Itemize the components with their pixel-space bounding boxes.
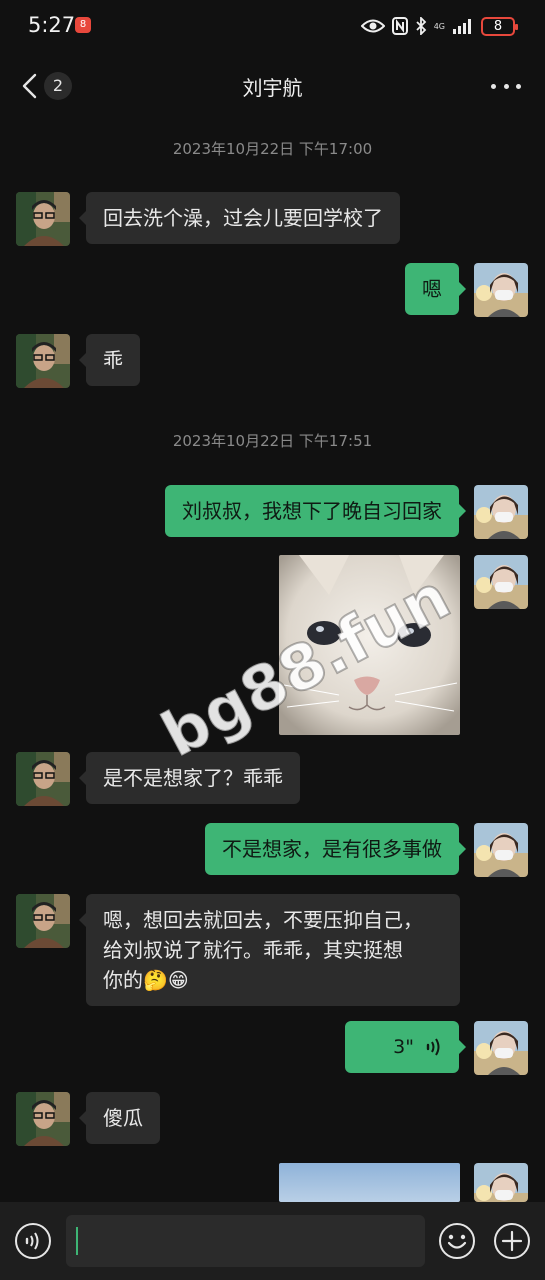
contact-avatar-image — [16, 894, 70, 948]
signal-icon — [452, 18, 474, 34]
contact-avatar-image — [16, 1092, 70, 1146]
add-glyph — [494, 1223, 530, 1259]
image-message-cat[interactable] — [279, 555, 460, 735]
status-time: 5:27 — [28, 13, 76, 37]
voice-message[interactable]: 3" — [345, 1021, 466, 1073]
incoming-message[interactable]: 是不是想家了？乖乖 — [79, 752, 300, 804]
voice-input-glyph — [15, 1223, 51, 1259]
my-avatar-image — [474, 555, 528, 609]
add-icon[interactable] — [493, 1222, 531, 1260]
voice-wave-icon — [426, 1038, 440, 1056]
voice-input-icon[interactable] — [14, 1222, 52, 1260]
status-icons: 4G 8 — [360, 14, 518, 38]
message-input[interactable] — [66, 1215, 425, 1267]
more-icon[interactable] — [491, 76, 521, 96]
contact-avatar[interactable] — [16, 1092, 70, 1146]
incoming-message-multiline[interactable]: 嗯，想回去就回去，不要压抑自己， 给刘叔说了就行。乖乖，其实挺想 你的🤔😁 — [79, 894, 460, 1006]
emoji-glyph — [439, 1223, 475, 1259]
outgoing-message[interactable]: 刘叔叔，我想下了晚自习回家 — [165, 485, 466, 537]
my-avatar[interactable] — [474, 823, 528, 877]
my-avatar[interactable] — [474, 1163, 528, 1202]
my-avatar-image — [474, 485, 528, 539]
cat-photo — [279, 555, 460, 735]
battery-icon: 8 — [481, 16, 518, 36]
back-button[interactable]: 2 — [18, 70, 78, 102]
chat-header: 2 刘宇航 — [0, 54, 545, 118]
contact-avatar[interactable] — [16, 894, 70, 948]
contact-avatar-image — [16, 192, 70, 246]
network-label: 4G — [433, 21, 445, 31]
message-line: 你的🤔😁 — [103, 968, 189, 992]
my-avatar-image — [474, 823, 528, 877]
contact-avatar-image — [16, 334, 70, 388]
image-message-sky[interactable] — [279, 1163, 460, 1202]
incoming-message[interactable]: 回去洗个澡，过会儿要回学校了 — [79, 192, 400, 244]
my-avatar[interactable] — [474, 555, 528, 609]
my-avatar-image — [474, 1163, 528, 1202]
contact-avatar[interactable] — [16, 334, 70, 388]
sky-photo — [279, 1163, 460, 1202]
message-timestamp: 2023年10月22日 下午17:51 — [172, 432, 373, 450]
my-avatar[interactable] — [474, 1021, 528, 1075]
status-bar: 5:27 8 4G 8 — [0, 0, 545, 54]
bluetooth-icon — [415, 17, 427, 35]
message-line: 给刘叔说了就行。乖乖，其实挺想 — [103, 938, 403, 962]
nfc-icon — [391, 17, 408, 35]
unread-count-badge: 2 — [44, 72, 72, 100]
contact-avatar[interactable] — [16, 192, 70, 246]
my-avatar-image — [474, 263, 528, 317]
my-avatar[interactable] — [474, 485, 528, 539]
emoji-icon[interactable] — [438, 1222, 476, 1260]
outgoing-message[interactable]: 嗯 — [405, 263, 466, 315]
text-caret — [76, 1227, 78, 1255]
my-avatar-image — [474, 1021, 528, 1075]
outgoing-message[interactable]: 不是想家，是有很多事做 — [205, 823, 466, 875]
contact-avatar[interactable] — [16, 752, 70, 806]
chat-title: 刘宇航 — [242, 76, 303, 100]
message-timestamp: 2023年10月22日 下午17:00 — [172, 140, 373, 158]
contact-avatar-image — [16, 752, 70, 806]
voice-duration: 3" — [393, 1036, 414, 1058]
incoming-message[interactable]: 乖 — [79, 334, 140, 386]
my-avatar[interactable] — [474, 263, 528, 317]
notification-badge: 8 — [75, 17, 91, 33]
incoming-message[interactable]: 傻瓜 — [79, 1092, 160, 1144]
back-chevron-icon — [22, 73, 37, 99]
input-bar — [0, 1202, 545, 1280]
message-line: 嗯，想回去就回去，不要压抑自己， — [103, 908, 423, 932]
eye-icon — [360, 18, 385, 34]
